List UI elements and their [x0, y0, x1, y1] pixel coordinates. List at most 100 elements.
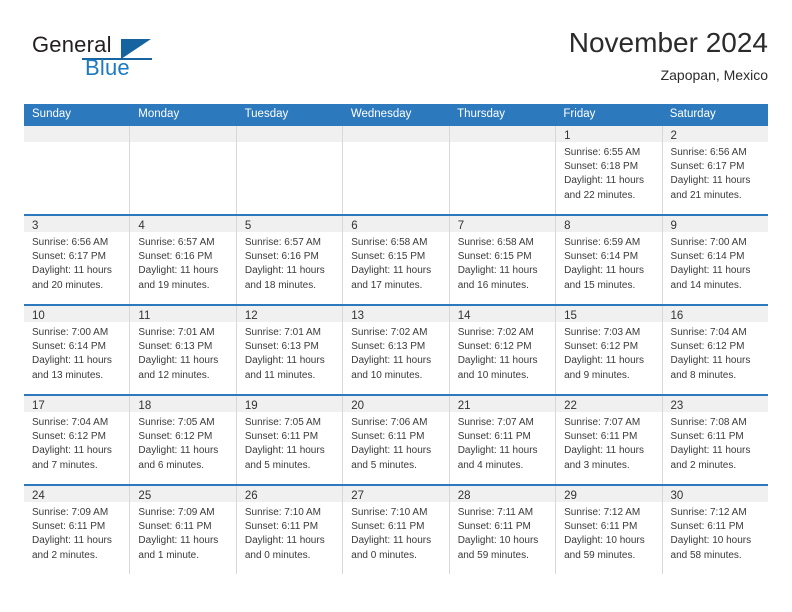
day-number: 18 [138, 400, 152, 412]
day-cell[interactable]: 17 Sunrise: 7:04 AM Sunset: 6:12 PM Dayl… [24, 396, 131, 484]
page-title: November 2024 [568, 27, 768, 58]
daylight-text: Daylight: 10 hours and 59 minutes. [564, 535, 645, 561]
day-number: 7 [457, 220, 465, 232]
sunrise-text: Sunrise: 7:00 AM [32, 327, 109, 338]
day-cell[interactable]: 12 Sunrise: 7:01 AM Sunset: 6:13 PM Dayl… [236, 306, 344, 394]
day-cell[interactable]: 28 Sunrise: 7:11 AM Sunset: 6:11 PM Dayl… [449, 486, 557, 574]
sunrise-text: Sunrise: 7:12 AM [670, 507, 747, 518]
daylight-text: Daylight: 11 hours and 14 minutes. [670, 265, 751, 291]
day-cell[interactable]: 6 Sunrise: 6:58 AM Sunset: 6:15 PM Dayli… [343, 216, 450, 304]
day-number-strip: 17 [24, 396, 130, 412]
sunrise-text: Sunrise: 6:59 AM [564, 237, 641, 248]
day-number-strip: 20 [343, 396, 449, 412]
day-info: Sunrise: 7:07 AM Sunset: 6:11 PM Dayligh… [450, 412, 555, 473]
day-cell[interactable]: 29 Sunrise: 7:12 AM Sunset: 6:11 PM Dayl… [556, 486, 663, 574]
day-cell[interactable]: 2 Sunrise: 6:56 AM Sunset: 6:17 PM Dayli… [662, 126, 768, 214]
sunset-text: Sunset: 6:16 PM [138, 251, 213, 263]
daylight-text: Daylight: 11 hours and 2 minutes. [32, 535, 112, 561]
day-cell[interactable]: 8 Sunrise: 6:59 AM Sunset: 6:14 PM Dayli… [556, 216, 663, 304]
day-info: Sunrise: 7:03 AM Sunset: 6:12 PM Dayligh… [556, 322, 661, 383]
day-number-strip: 24 [24, 486, 130, 502]
day-cell[interactable]: 1 Sunrise: 6:55 AM Sunset: 6:18 PM Dayli… [556, 126, 663, 214]
sunrise-text: Sunrise: 7:09 AM [138, 507, 215, 518]
day-cell[interactable]: 18 Sunrise: 7:05 AM Sunset: 6:12 PM Dayl… [130, 396, 237, 484]
day-number: 9 [670, 220, 677, 232]
day-info: Sunrise: 7:02 AM Sunset: 6:13 PM Dayligh… [343, 322, 448, 383]
day-cell[interactable]: 15 Sunrise: 7:03 AM Sunset: 6:12 PM Dayl… [556, 306, 663, 394]
sunrise-text: Sunrise: 7:06 AM [351, 417, 428, 428]
day-number: 15 [564, 310, 577, 322]
day-cell[interactable]: 26 Sunrise: 7:10 AM Sunset: 6:11 PM Dayl… [236, 486, 344, 574]
day-number: 16 [670, 310, 684, 322]
day-cell[interactable] [24, 126, 131, 214]
day-info: Sunrise: 7:01 AM Sunset: 6:13 PM Dayligh… [130, 322, 235, 383]
sunset-text: Sunset: 6:11 PM [670, 521, 744, 533]
sunrise-text: Sunrise: 7:02 AM [351, 327, 428, 338]
daylight-text: Daylight: 11 hours and 20 minutes. [32, 265, 112, 291]
day-info: Sunrise: 7:09 AM Sunset: 6:11 PM Dayligh… [130, 502, 235, 563]
sunset-text: Sunset: 6:17 PM [32, 251, 106, 263]
day-cell[interactable]: 20 Sunrise: 7:06 AM Sunset: 6:11 PM Dayl… [343, 396, 450, 484]
day-info: Sunrise: 7:10 AM Sunset: 6:11 PM Dayligh… [237, 502, 342, 563]
day-number: 11 [138, 310, 151, 322]
day-info: Sunrise: 7:08 AM Sunset: 6:11 PM Dayligh… [663, 412, 768, 473]
day-cell[interactable]: 23 Sunrise: 7:08 AM Sunset: 6:11 PM Dayl… [662, 396, 768, 484]
sunset-text: Sunset: 6:11 PM [351, 521, 425, 533]
day-cell[interactable]: 22 Sunrise: 7:07 AM Sunset: 6:11 PM Dayl… [556, 396, 663, 484]
sunset-text: Sunset: 6:14 PM [564, 251, 639, 263]
general-blue-logo[interactable]: General Blue [24, 32, 224, 88]
day-cell[interactable]: 21 Sunrise: 7:07 AM Sunset: 6:11 PM Dayl… [449, 396, 557, 484]
day-number: 22 [564, 400, 577, 412]
daylight-text: Daylight: 11 hours and 0 minutes. [244, 535, 325, 561]
day-cell[interactable]: 9 Sunrise: 7:00 AM Sunset: 6:14 PM Dayli… [662, 216, 768, 304]
daylight-text: Daylight: 10 hours and 59 minutes. [457, 535, 539, 561]
day-number-strip [236, 126, 343, 142]
day-cell[interactable]: 14 Sunrise: 7:02 AM Sunset: 6:12 PM Dayl… [449, 306, 557, 394]
day-number: 5 [244, 220, 252, 232]
sunrise-text: Sunrise: 7:05 AM [138, 417, 215, 428]
daylight-text: Daylight: 11 hours and 6 minutes. [138, 445, 219, 471]
day-number: 27 [351, 490, 365, 502]
day-cell[interactable]: 25 Sunrise: 7:09 AM Sunset: 6:11 PM Dayl… [130, 486, 237, 574]
day-cell[interactable]: 19 Sunrise: 7:05 AM Sunset: 6:11 PM Dayl… [236, 396, 344, 484]
daylight-text: Daylight: 11 hours and 22 minutes. [564, 175, 644, 201]
sunrise-text: Sunrise: 7:00 AM [670, 237, 747, 248]
day-cell[interactable] [343, 126, 450, 214]
sunrise-text: Sunrise: 7:10 AM [351, 507, 428, 518]
sunrise-text: Sunrise: 7:04 AM [32, 417, 109, 428]
daylight-text: Daylight: 11 hours and 21 minutes. [670, 175, 751, 201]
day-cell[interactable]: 27 Sunrise: 7:10 AM Sunset: 6:11 PM Dayl… [343, 486, 450, 574]
day-cell[interactable]: 3 Sunrise: 6:56 AM Sunset: 6:17 PM Dayli… [24, 216, 131, 304]
day-number-strip [449, 126, 556, 142]
sunset-text: Sunset: 6:13 PM [244, 341, 319, 353]
sunrise-text: Sunrise: 6:56 AM [32, 237, 109, 248]
day-cell[interactable]: 30 Sunrise: 7:12 AM Sunset: 6:11 PM Dayl… [662, 486, 768, 574]
sunset-text: Sunset: 6:11 PM [457, 521, 531, 533]
day-cell[interactable] [130, 126, 237, 214]
day-info: Sunrise: 7:05 AM Sunset: 6:12 PM Dayligh… [130, 412, 235, 473]
day-cell[interactable]: 4 Sunrise: 6:57 AM Sunset: 6:16 PM Dayli… [130, 216, 237, 304]
day-info: Sunrise: 6:57 AM Sunset: 6:16 PM Dayligh… [130, 232, 235, 293]
day-cell[interactable]: 16 Sunrise: 7:04 AM Sunset: 6:12 PM Dayl… [662, 306, 768, 394]
day-cell[interactable] [449, 126, 557, 214]
day-cell[interactable]: 11 Sunrise: 7:01 AM Sunset: 6:13 PM Dayl… [130, 306, 237, 394]
day-number-strip: 1 [556, 126, 662, 142]
sunset-text: Sunset: 6:14 PM [32, 341, 106, 353]
daylight-text: Daylight: 11 hours and 7 minutes. [32, 445, 112, 471]
day-number-strip: 3 [24, 216, 130, 232]
day-number: 21 [457, 400, 471, 412]
daylight-text: Daylight: 11 hours and 12 minutes. [138, 355, 219, 381]
day-cell[interactable]: 13 Sunrise: 7:02 AM Sunset: 6:13 PM Dayl… [343, 306, 450, 394]
day-number-strip [24, 126, 130, 142]
day-number-strip: 11 [130, 306, 236, 322]
day-cell[interactable]: 24 Sunrise: 7:09 AM Sunset: 6:11 PM Dayl… [24, 486, 131, 574]
daylight-text: Daylight: 11 hours and 5 minutes. [351, 445, 432, 471]
day-info: Sunrise: 7:10 AM Sunset: 6:11 PM Dayligh… [343, 502, 448, 563]
sunset-text: Sunset: 6:15 PM [457, 251, 532, 263]
sunrise-text: Sunrise: 7:02 AM [457, 327, 534, 338]
day-info: Sunrise: 6:56 AM Sunset: 6:17 PM Dayligh… [24, 232, 129, 293]
day-cell[interactable]: 10 Sunrise: 7:00 AM Sunset: 6:14 PM Dayl… [24, 306, 131, 394]
day-cell[interactable] [236, 126, 344, 214]
day-cell[interactable]: 7 Sunrise: 6:58 AM Sunset: 6:15 PM Dayli… [449, 216, 557, 304]
day-cell[interactable]: 5 Sunrise: 6:57 AM Sunset: 6:16 PM Dayli… [236, 216, 344, 304]
